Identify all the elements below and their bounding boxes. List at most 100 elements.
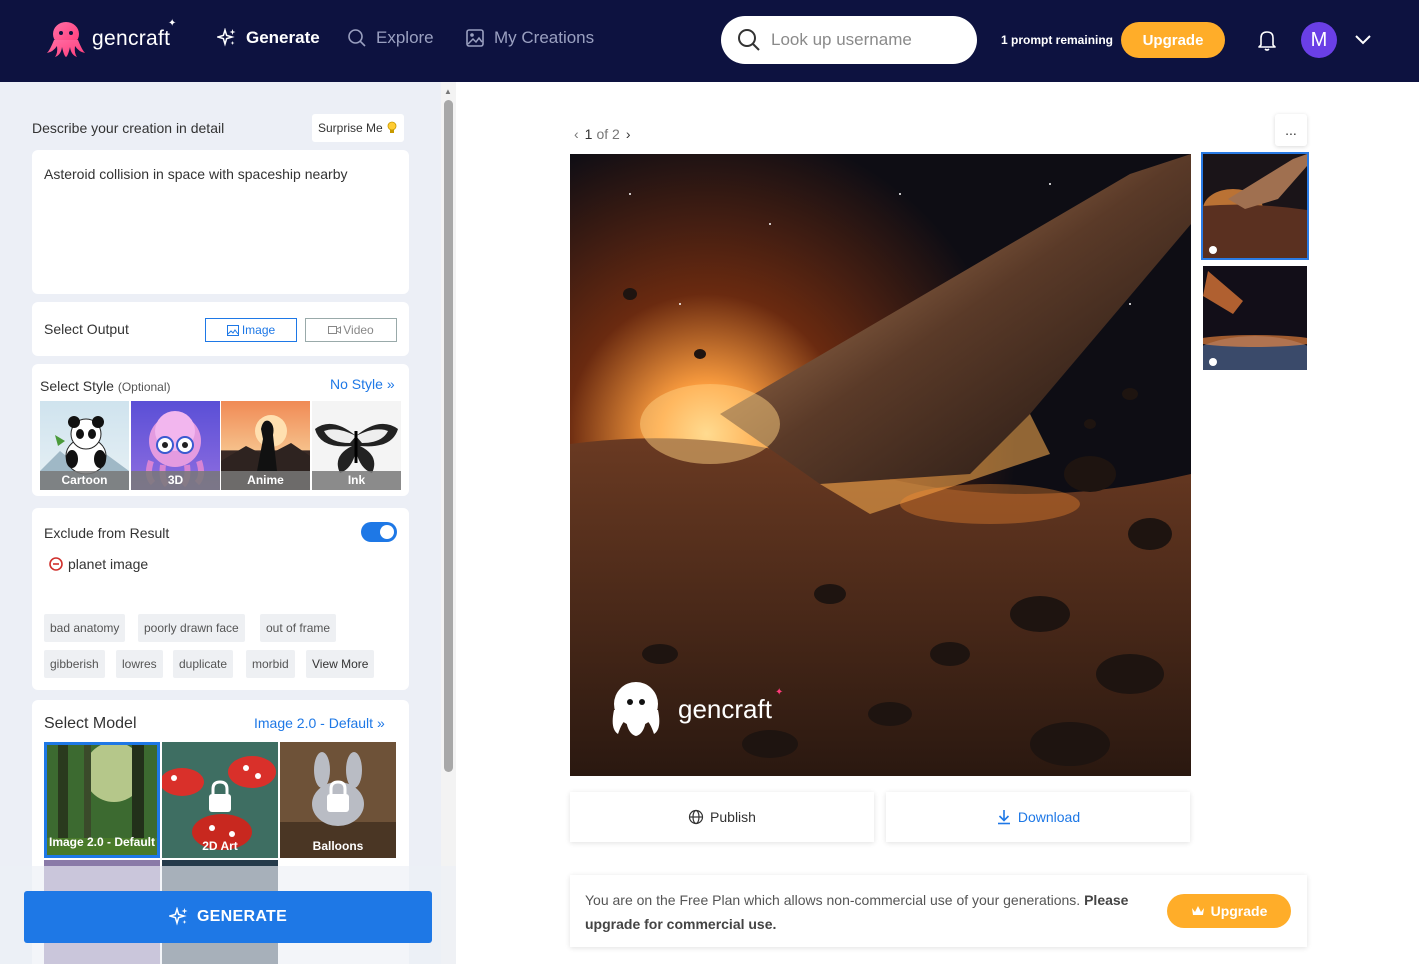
lightbulb-icon [387, 121, 397, 133]
optional-label: (Optional) [117, 380, 171, 394]
model-tile-2d-art[interactable]: 2D Art [162, 742, 278, 858]
image-icon [466, 29, 484, 47]
lock-icon [327, 780, 349, 812]
output-image-button[interactable]: Image [205, 318, 297, 342]
asteroid-collision-image: gencraft ✦ [570, 154, 1191, 776]
model-tile-balloons[interactable]: Balloons [280, 742, 396, 858]
nav-my-creations[interactable]: My Creations [465, 28, 594, 48]
output-selector: Select Output Image Video [32, 302, 409, 356]
select-style-label: Select Style (Optional) [40, 378, 171, 394]
prompt-textarea[interactable]: Asteroid collision in space with spacesh… [32, 150, 409, 294]
prompt-text[interactable]: Asteroid collision in space with spacesh… [44, 166, 348, 182]
exclude-item: planet image [68, 556, 149, 572]
download-label: Download [1017, 809, 1081, 825]
generate-panel: Describe your creation in detail Surpris… [0, 82, 441, 964]
username-search[interactable] [721, 16, 977, 64]
no-style-link[interactable]: No Style » [330, 376, 395, 392]
prompts-remaining: 1 prompt remaining [1001, 33, 1114, 47]
model-tile-image-2-label: Image 2.0 - Default [48, 835, 156, 849]
exclude-chip[interactable]: duplicate [173, 650, 234, 678]
download-icon [997, 810, 1010, 825]
free-plan-notice: You are on the Free Plan which allows no… [570, 875, 1307, 947]
svg-text:✦: ✦ [775, 687, 783, 698]
select-model-label: Select Model [44, 715, 137, 732]
style-tile-3d-label: 3D [131, 471, 220, 490]
crown-icon [1191, 906, 1204, 915]
style-tile-cartoon-label: Cartoon [40, 471, 129, 490]
exclude-chip[interactable]: morbid [246, 650, 295, 678]
search-icon [348, 29, 366, 47]
model-tile-balloons-label: Balloons [312, 839, 364, 853]
octopus-logo-icon [47, 22, 85, 57]
image-pager: ‹ 1 of 2 › [574, 126, 631, 142]
style-tile-ink-label: Ink [312, 471, 401, 490]
upgrade-button-bottom[interactable]: Upgrade [1167, 894, 1291, 928]
bell-icon[interactable] [1255, 28, 1279, 52]
pager-total: of 2 [596, 126, 620, 142]
style-tile-3d[interactable]: 3D [131, 401, 220, 490]
exclude-label: Exclude from Result [44, 525, 170, 541]
double-chevron-right-icon: » [376, 715, 385, 731]
top-navbar: gencraft ✦ Generate Explore My Creations [0, 0, 1419, 82]
describe-label: Describe your creation in detail [32, 120, 225, 136]
download-button[interactable]: Download [886, 792, 1190, 842]
sparkle-icon [168, 907, 188, 926]
nav-explore-label: Explore [376, 28, 434, 47]
view-more-button[interactable]: View More [306, 650, 375, 678]
exclude-chip[interactable]: gibberish [44, 650, 105, 678]
generate-button[interactable]: GENERATE [24, 891, 432, 943]
globe-icon [688, 809, 704, 825]
style-tile-anime[interactable]: Anime [221, 401, 310, 490]
surprise-me-label: Surprise Me [318, 121, 383, 135]
asteroid-thumbnail-image [1203, 154, 1307, 258]
scroll-up-arrow-icon[interactable]: ▲ [444, 87, 452, 96]
gencraft-logo[interactable]: gencraft ✦ [46, 18, 176, 58]
panel-scrollbar-thumb[interactable] [444, 100, 453, 772]
pager-current: 1 [584, 126, 593, 142]
style-tile-cartoon[interactable]: Cartoon [40, 401, 129, 490]
publish-button[interactable]: Publish [570, 792, 874, 842]
exclude-chip[interactable]: poorly drawn face [138, 614, 245, 642]
output-video-label: Video [343, 323, 374, 337]
style-tile-ink[interactable]: Ink [312, 401, 401, 490]
upgrade-bottom-label: Upgrade [1210, 903, 1268, 919]
generate-label: GENERATE [196, 908, 288, 925]
exclude-toggle[interactable] [361, 522, 397, 542]
upgrade-button[interactable]: Upgrade [1121, 22, 1225, 58]
username-search-input[interactable] [771, 30, 961, 50]
style-selector: Select Style (Optional) No Style » Carto… [32, 364, 409, 496]
surprise-me-button[interactable]: Surprise Me [312, 114, 404, 142]
lock-icon [209, 780, 231, 812]
nav-explore[interactable]: Explore [347, 28, 434, 48]
nav-generate[interactable]: Generate [217, 28, 320, 48]
exclude-chip[interactable]: bad anatomy [44, 614, 126, 642]
thumbnail-2[interactable] [1203, 266, 1307, 370]
image-watermark: gencraft [678, 694, 773, 724]
remove-circle-icon[interactable] [49, 557, 63, 571]
generated-image[interactable]: gencraft ✦ [570, 154, 1191, 776]
sparkle-icon [217, 28, 236, 47]
model-current-link[interactable]: Image 2.0 - Default » [254, 715, 385, 731]
notice-text: You are on the Free Plan which allows no… [585, 892, 1081, 908]
nav-generate-label: Generate [246, 28, 320, 47]
chevron-right-icon[interactable]: › [626, 126, 631, 142]
video-icon [328, 326, 342, 334]
exclude-chip[interactable]: lowres [116, 650, 163, 678]
chevron-down-icon[interactable] [1353, 30, 1373, 50]
thumbnail-1[interactable] [1201, 152, 1309, 260]
model-tile-image-2-default[interactable]: Image 2.0 - Default [44, 742, 160, 858]
select-output-label: Select Output [44, 321, 129, 337]
publish-label: Publish [710, 809, 756, 825]
exclude-chip[interactable]: out of frame [260, 614, 337, 642]
chevron-left-icon[interactable]: ‹ [574, 126, 579, 142]
output-video-button[interactable]: Video [305, 318, 397, 342]
model-tile-2d-art-label: 2D Art [202, 839, 238, 853]
planet-asteroid-thumbnail-image [1203, 266, 1307, 370]
free-plan-notice-text: You are on the Free Plan which allows no… [585, 888, 1165, 936]
image-icon [226, 324, 239, 336]
output-image-label: Image [241, 323, 276, 337]
more-options-button[interactable]: ... [1275, 114, 1307, 146]
user-avatar[interactable]: M [1301, 22, 1337, 58]
logo-sparkle-icon: ✦ [168, 18, 177, 29]
select-style-text: Select Style [40, 378, 114, 394]
